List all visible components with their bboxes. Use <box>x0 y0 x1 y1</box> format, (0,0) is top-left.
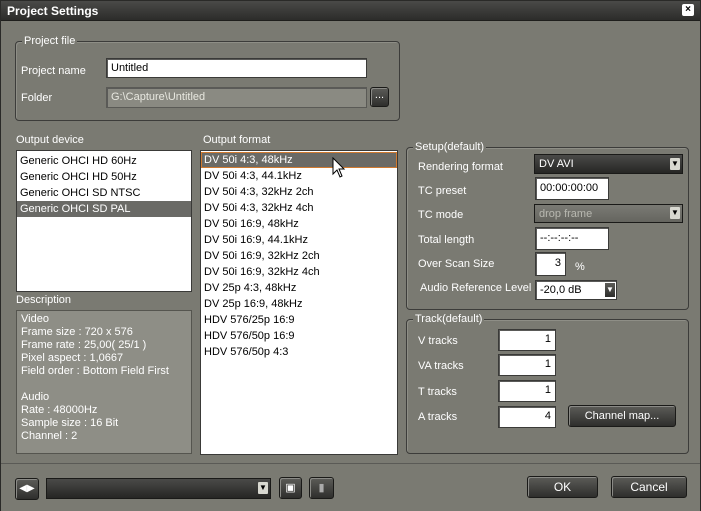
total-length-label: Total length <box>418 234 475 246</box>
output-format-label: Output format <box>203 134 271 146</box>
v-tracks-label: V tracks <box>418 335 458 347</box>
chevron-down-icon: ▼ <box>258 482 268 494</box>
description-line: Channel : 2 <box>21 430 78 442</box>
output-format-item[interactable]: HDV 576/50p 16:9 <box>201 328 397 344</box>
save-preset-icon[interactable]: ▣ <box>279 477 302 499</box>
project-name-label: Project name <box>21 65 86 77</box>
output-format-item[interactable]: DV 50i 4:3, 32kHz 4ch <box>201 200 397 216</box>
output-format-item[interactable]: DV 50i 16:9, 32kHz 2ch <box>201 248 397 264</box>
output-format-item[interactable]: DV 50i 16:9, 44.1kHz <box>201 232 397 248</box>
tc-preset-label: TC preset <box>418 185 467 197</box>
description-line: Frame size : 720 x 576 <box>21 326 133 338</box>
tc-preset-input[interactable]: 00:00:00:00 <box>535 177 609 200</box>
rendering-format-value: DV AVI <box>539 158 574 170</box>
cancel-button[interactable]: Cancel <box>611 476 687 498</box>
output-format-item[interactable]: DV 50i 16:9, 48kHz <box>201 216 397 232</box>
output-format-item-selected[interactable]: DV 50i 4:3, 48kHz <box>201 152 397 168</box>
expand-collapse-icon[interactable]: ◀▶ <box>15 478 39 500</box>
track-group-title: Track(default) <box>413 313 485 325</box>
t-tracks-input[interactable]: 1 <box>498 380 556 402</box>
over-scan-size-label: Over Scan Size <box>418 258 495 270</box>
output-device-item-selected[interactable]: Generic OHCI SD PAL <box>17 201 191 217</box>
project-file-group: Project file <box>15 35 400 121</box>
output-format-item[interactable]: DV 25p 16:9, 48kHz <box>201 296 397 312</box>
description-line: Frame rate : 25,00( 25/1 ) <box>21 339 147 351</box>
chevron-down-icon: ▼ <box>670 207 680 219</box>
setup-group-title: Setup(default) <box>413 141 487 153</box>
title-bar[interactable]: Project Settings × <box>1 1 700 21</box>
tc-mode-select: drop frame ▼ <box>534 204 683 223</box>
description-line: Sample size : 16 Bit <box>21 417 119 429</box>
preset-select[interactable]: ▼ <box>46 478 271 499</box>
tc-mode-value: drop frame <box>539 208 593 220</box>
description-line: Pixel aspect : 1,0667 <box>21 352 124 364</box>
audio-reference-level-select[interactable]: -20,0 dB ▼ <box>535 280 617 300</box>
output-format-item[interactable]: DV 50i 16:9, 32kHz 4ch <box>201 264 397 280</box>
v-tracks-input[interactable]: 1 <box>498 329 556 351</box>
output-format-item[interactable]: HDV 576/25p 16:9 <box>201 312 397 328</box>
project-file-group-title: Project file <box>22 35 78 47</box>
output-format-list[interactable]: DV 50i 4:3, 48kHz DV 50i 4:3, 44.1kHz DV… <box>200 150 398 455</box>
project-name-input[interactable]: Untitled <box>106 58 367 78</box>
total-length-field: --:--:--:-- <box>535 227 609 250</box>
description-line: Rate : 48000Hz <box>21 404 98 416</box>
output-device-item[interactable]: Generic OHCI HD 60Hz <box>17 153 191 169</box>
output-format-item[interactable]: DV 50i 4:3, 44.1kHz <box>201 168 397 184</box>
description-panel: Video Frame size : 720 x 576 Frame rate … <box>16 310 192 454</box>
folder-label: Folder <box>21 92 53 104</box>
audio-reference-level-value: -20,0 dB <box>540 284 582 296</box>
output-device-item[interactable]: Generic OHCI SD NTSC <box>17 185 191 201</box>
percent-unit-label: % <box>575 261 585 273</box>
rendering-format-select[interactable]: DV AVI ▼ <box>534 154 683 174</box>
channel-map-button[interactable]: Channel map... <box>568 405 676 427</box>
ok-button[interactable]: OK <box>527 476 598 498</box>
chevron-down-icon: ▼ <box>605 283 615 297</box>
a-tracks-label: A tracks <box>418 411 458 423</box>
description-line <box>21 378 187 391</box>
project-settings-dialog: Project Settings × Project file Project … <box>0 0 701 511</box>
tc-mode-label: TC mode <box>418 209 464 221</box>
dialog-title: Project Settings <box>7 4 99 18</box>
output-device-label: Output device <box>16 134 84 146</box>
delete-preset-icon[interactable]: ▮ <box>309 477 334 499</box>
description-line: Field order : Bottom Field First <box>21 365 169 377</box>
audio-reference-level-label: Audio Reference Level <box>420 282 532 294</box>
browse-folder-button[interactable]: ... <box>370 87 389 107</box>
va-tracks-input[interactable]: 1 <box>498 354 556 376</box>
a-tracks-input[interactable]: 4 <box>498 406 556 428</box>
mouse-pointer-icon <box>332 157 346 178</box>
output-format-item[interactable]: HDV 576/50p 4:3 <box>201 344 397 360</box>
description-line: Video <box>21 313 49 325</box>
close-icon[interactable]: × <box>682 4 694 16</box>
chevron-down-icon: ▼ <box>670 158 680 170</box>
output-device-item[interactable]: Generic OHCI HD 50Hz <box>17 169 191 185</box>
over-scan-size-input[interactable]: 3 <box>535 252 566 276</box>
description-line: Audio <box>21 391 50 403</box>
va-tracks-label: VA tracks <box>418 360 464 372</box>
output-format-item[interactable]: DV 25p 4:3, 48kHz <box>201 280 397 296</box>
output-format-item[interactable]: DV 50i 4:3, 32kHz 2ch <box>201 184 397 200</box>
t-tracks-label: T tracks <box>418 386 457 398</box>
rendering-format-label: Rendering format <box>418 161 503 173</box>
output-device-list[interactable]: Generic OHCI HD 60Hz Generic OHCI HD 50H… <box>16 150 192 292</box>
folder-input: G:\Capture\Untitled <box>106 87 367 108</box>
description-label: Description <box>16 294 72 306</box>
